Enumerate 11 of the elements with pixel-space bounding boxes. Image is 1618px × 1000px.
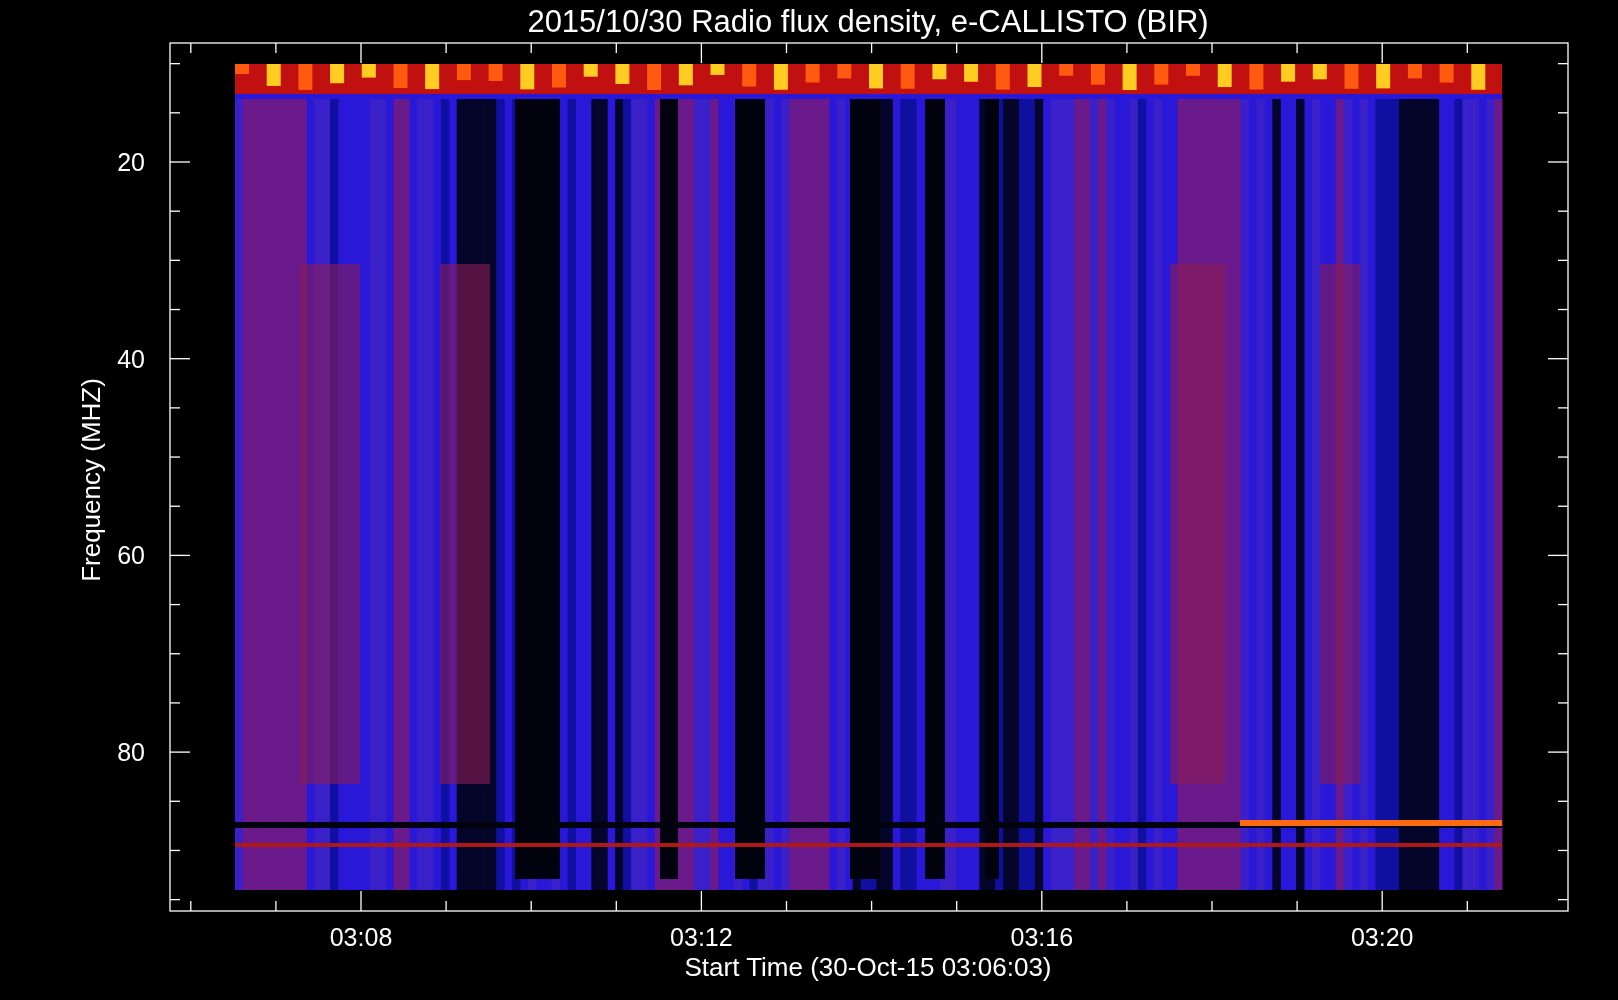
x-tick-label: 03:16 [1010,923,1074,951]
y-axis-title: Frequency (MHZ) [76,378,106,582]
y-tick-label: 60 [117,541,145,570]
y-tick-label: 20 [117,148,145,176]
chart-title: 2015/10/30 Radio flux density, e-CALLISTO (BIR) [527,4,1209,39]
y-tick-label: 80 [117,738,145,767]
x-tick-label: 03:12 [670,923,733,951]
y-tick-label: 40 [117,344,145,373]
x-tick-label: 03:20 [1350,923,1414,951]
x-axis-title: Start Time (30-Oct-15 03:06:03) [684,952,1052,982]
x-tick-label: 03:08 [329,923,393,951]
